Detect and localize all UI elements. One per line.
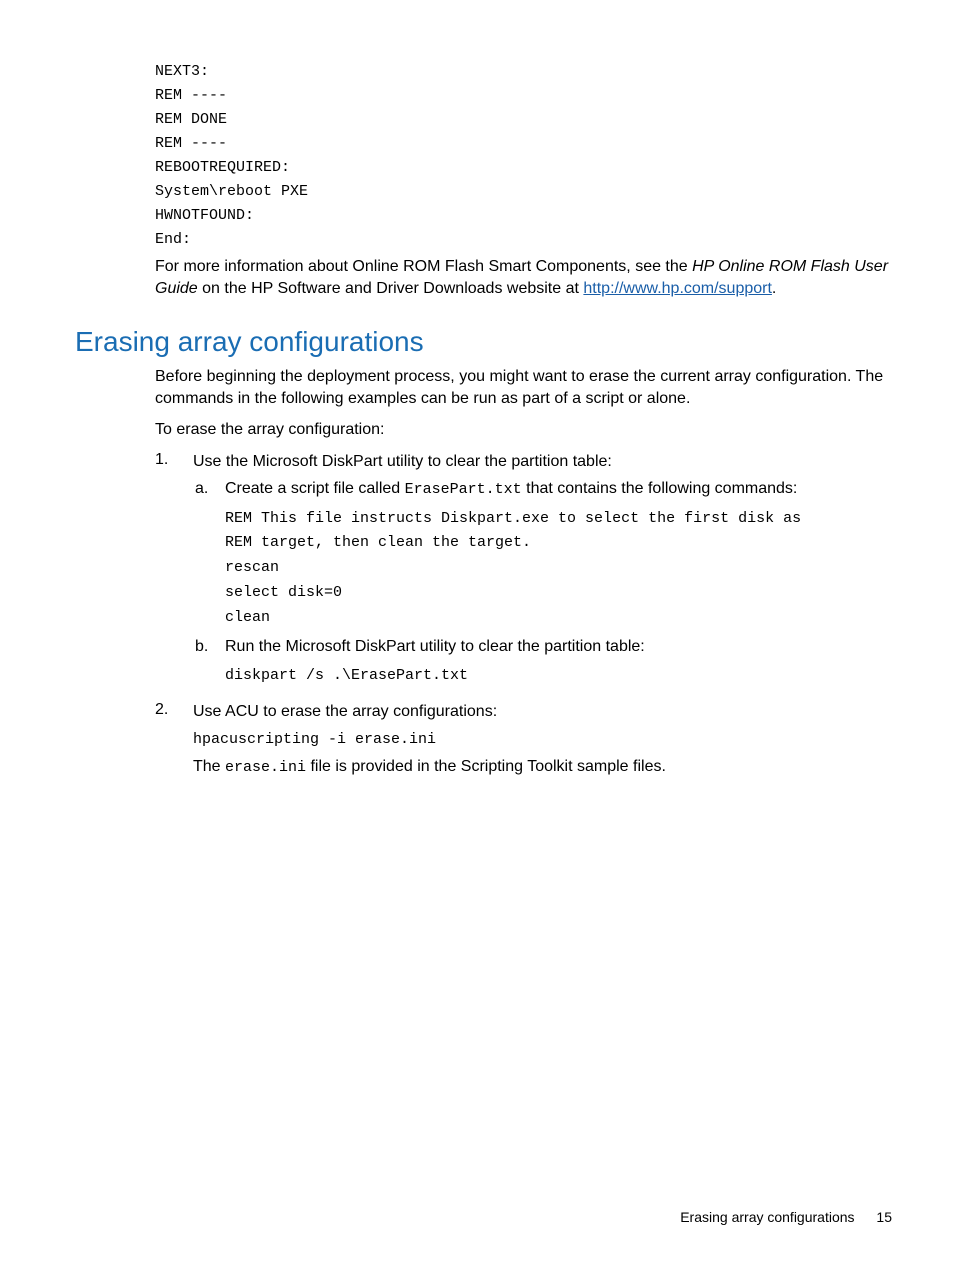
- para1-part-c: .: [772, 280, 776, 297]
- list-marker: 2.: [155, 701, 193, 779]
- para1-part-b: on the HP Software and Driver Downloads …: [198, 280, 584, 297]
- paragraph-to-erase: To erase the array configuration:: [155, 419, 899, 441]
- sub-list-content: Run the Microsoft DiskPart utility to cl…: [225, 636, 899, 688]
- sub-list-content: Create a script file called ErasePart.tx…: [225, 478, 899, 630]
- ordered-list: 1. Use the Microsoft DiskPart utility to…: [155, 451, 899, 779]
- list-marker: 1.: [155, 451, 193, 695]
- item2-text: Use ACU to erase the array configuration…: [193, 703, 497, 720]
- item2-after-code: erase.ini: [225, 759, 306, 776]
- section-heading: Erasing array configurations: [75, 327, 899, 358]
- item1b-text: Run the Microsoft DiskPart utility to cl…: [225, 638, 645, 655]
- code-block-erasepart: REM This file instructs Diskpart.exe to …: [225, 507, 899, 631]
- code-block-hpacu: hpacuscripting -i erase.ini: [193, 728, 899, 752]
- para1-part-a: For more information about Online ROM Fl…: [155, 258, 692, 275]
- paragraph-intro: Before beginning the deployment process,…: [155, 366, 899, 409]
- sub-list-marker: b.: [195, 636, 225, 688]
- sub-list-marker: a.: [195, 478, 225, 630]
- list-content: Use the Microsoft DiskPart utility to cl…: [193, 451, 899, 695]
- item1a-inline-code: ErasePart.txt: [405, 481, 522, 498]
- page-footer: Erasing array configurations 15: [680, 1209, 892, 1225]
- item2-after-a: The: [193, 758, 225, 775]
- code-block-diskpart: diskpart /s .\ErasePart.txt: [225, 664, 899, 689]
- list-item-2: 2. Use ACU to erase the array configurat…: [155, 701, 899, 779]
- footer-text: Erasing array configurations: [680, 1209, 854, 1225]
- support-link[interactable]: http://www.hp.com/support: [583, 280, 772, 297]
- page-number: 15: [876, 1209, 892, 1225]
- code-block-top: NEXT3: REM ---- REM DONE REM ---- REBOOT…: [155, 60, 899, 252]
- paragraph-rom-flash: For more information about Online ROM Fl…: [155, 256, 899, 299]
- item1a-text-a: Create a script file called: [225, 480, 405, 497]
- document-page: NEXT3: REM ---- REM DONE REM ---- REBOOT…: [0, 0, 954, 1271]
- item2-after: The erase.ini file is provided in the Sc…: [193, 756, 899, 778]
- item1a-text-b: that contains the following commands:: [522, 480, 798, 497]
- sub-list-item-a: a. Create a script file called ErasePart…: [195, 478, 899, 630]
- list-content: Use ACU to erase the array configuration…: [193, 701, 899, 779]
- list-item-1: 1. Use the Microsoft DiskPart utility to…: [155, 451, 899, 695]
- item1-text: Use the Microsoft DiskPart utility to cl…: [193, 453, 612, 470]
- sub-list-item-b: b. Run the Microsoft DiskPart utility to…: [195, 636, 899, 688]
- item2-after-b: file is provided in the Scripting Toolki…: [306, 758, 666, 775]
